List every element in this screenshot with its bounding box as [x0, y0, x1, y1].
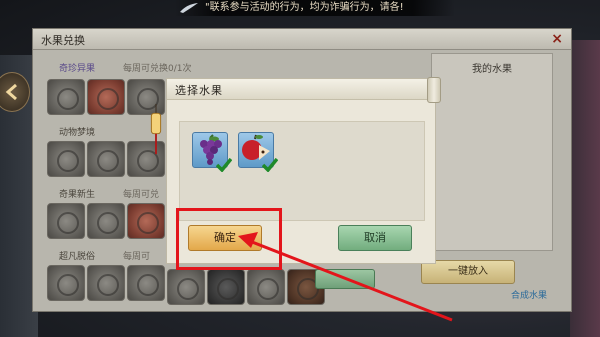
- game-scene: "联系参与活动的行为，均为诈骗行为，请各! 水果兑换 × 奇珍异果 每周可兑换0…: [0, 0, 600, 337]
- pointer-arrow-icon: [238, 232, 453, 322]
